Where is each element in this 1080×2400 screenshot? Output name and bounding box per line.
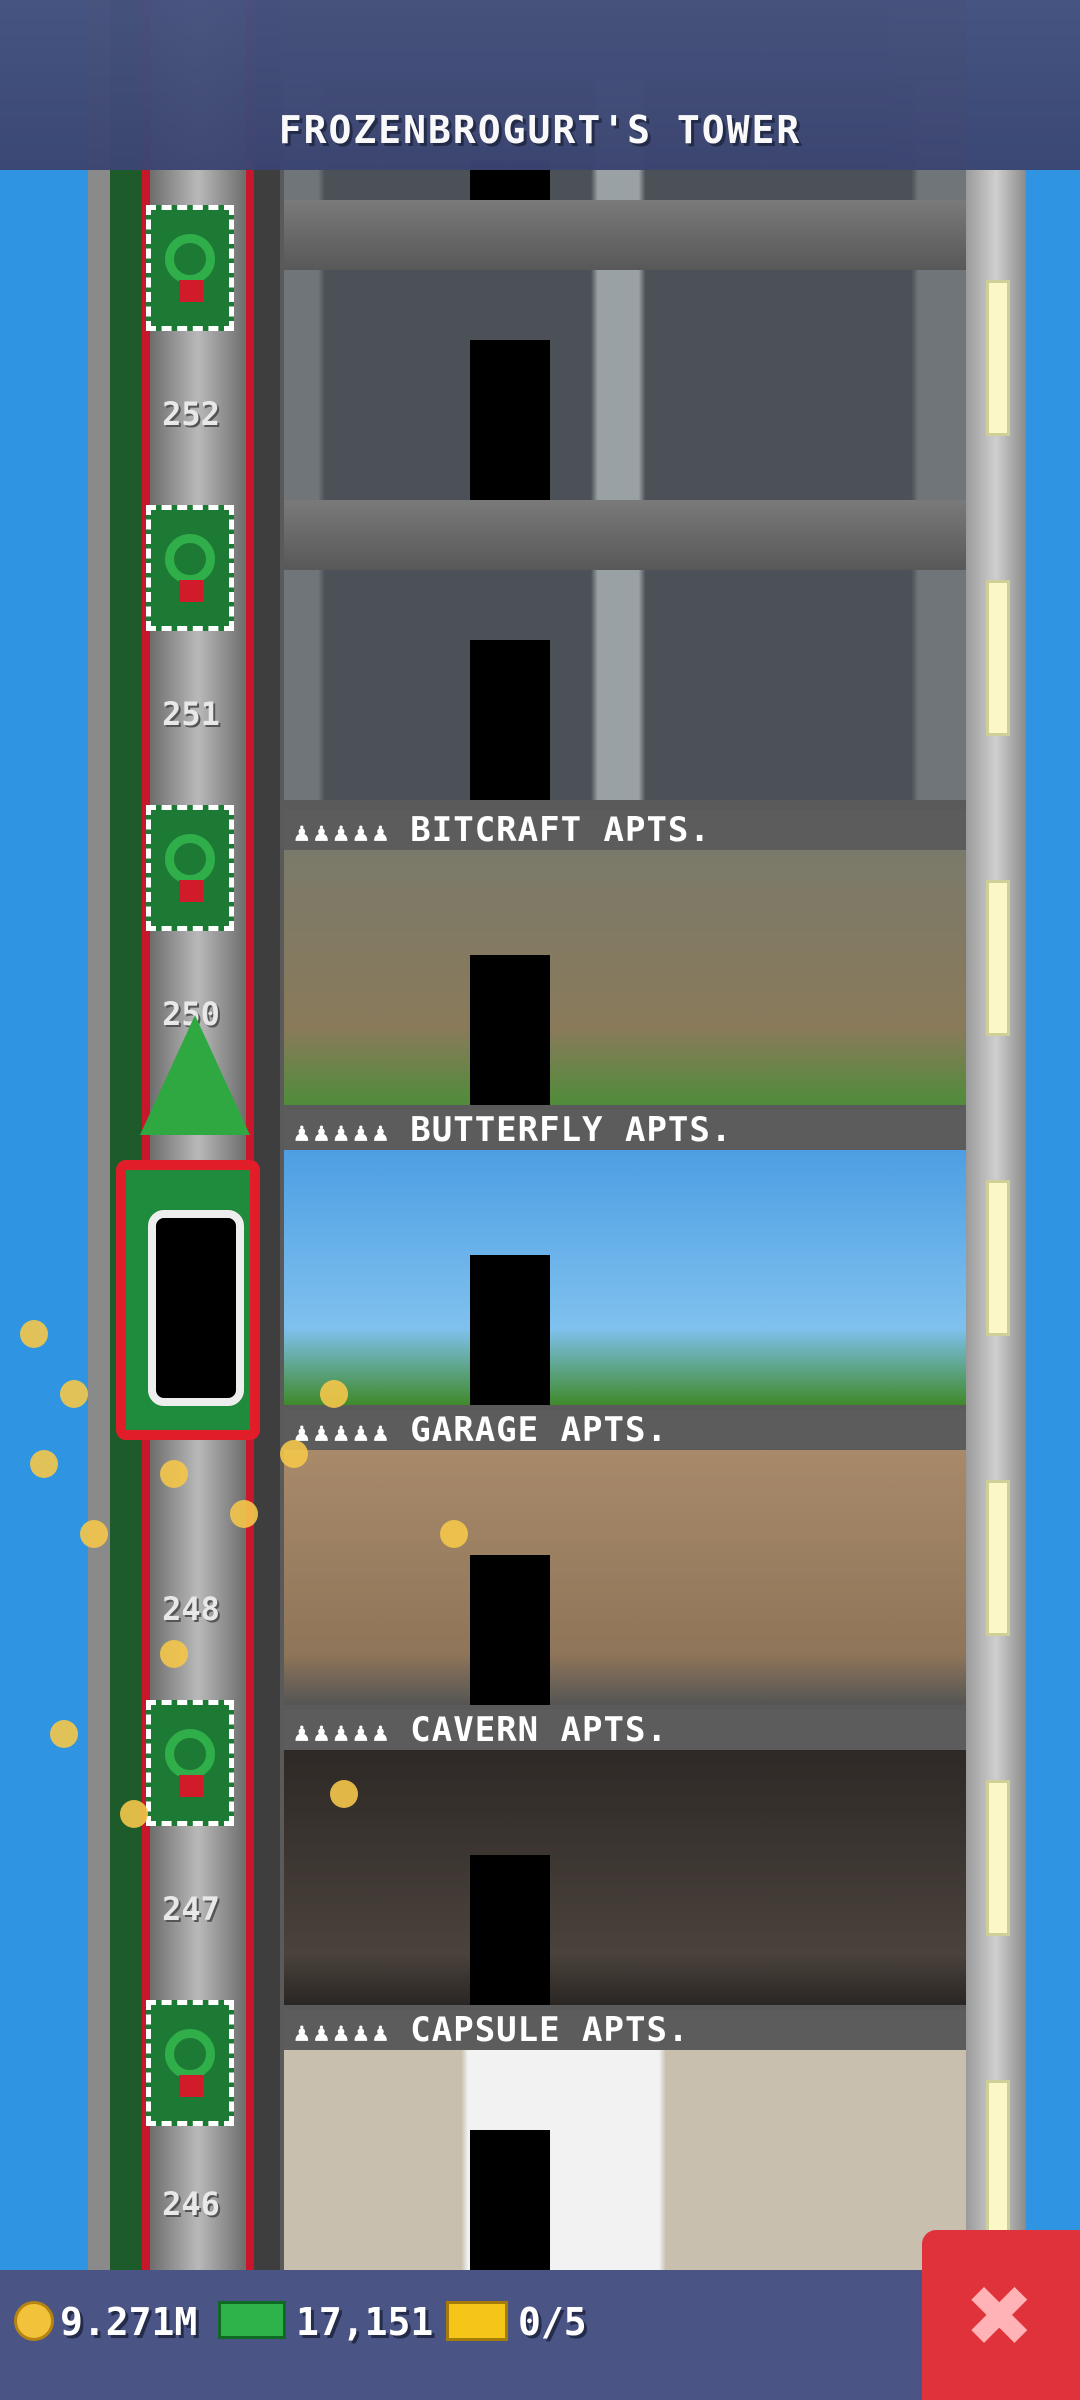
coin-particle: [160, 1460, 188, 1488]
elevator-car[interactable]: [116, 1160, 260, 1440]
elevator-track: [142, 0, 254, 2270]
wreath-decoration: [146, 505, 234, 631]
lamp-icon: [986, 280, 1010, 436]
wreath-decoration: [146, 205, 234, 331]
resident-count-icon: ♟♟♟♟♟: [294, 1418, 393, 1448]
tickets-display[interactable]: 0/5: [446, 2300, 587, 2344]
wreath-decoration: [146, 805, 234, 931]
coin-particle: [230, 1500, 258, 1528]
coin-particle: [160, 1640, 188, 1668]
resident-count-icon: ♟♟♟♟♟: [294, 1118, 393, 1148]
floor-name: CAPSULE APTS.: [410, 2010, 690, 2050]
floor-name: BITCRAFT APTS.: [410, 810, 711, 850]
tickets-value: 0/5: [518, 2300, 587, 2344]
ticket-icon: [446, 2301, 508, 2341]
coins-value: 9.271M: [60, 2300, 198, 2344]
floor-bitcraft-apts[interactable]: ♟♟♟♟♟ BITCRAFT APTS.: [284, 810, 966, 1105]
lamp-icon: [986, 1180, 1010, 1336]
close-button[interactable]: ✖: [922, 2230, 1080, 2400]
tower-title: FROZENBROGURT'S TOWER: [278, 108, 802, 152]
coin-particle: [280, 1440, 308, 1468]
floor-number: 248: [162, 1590, 220, 1628]
floor-capsule-apts[interactable]: ♟♟♟♟♟ CAPSULE APTS.: [284, 2010, 966, 2270]
floor-number: 252: [162, 395, 220, 433]
room-scene: [284, 1450, 966, 1705]
floor-name: BUTTERFLY APTS.: [410, 1110, 733, 1150]
floor-number: 251: [162, 695, 220, 733]
bux-display[interactable]: 17,151: [218, 2300, 433, 2344]
coin-particle: [440, 1520, 468, 1548]
coin-particle: [50, 1720, 78, 1748]
floor-name: GARAGE APTS.: [410, 1410, 668, 1450]
shaft-wall: [110, 0, 142, 2270]
lamp-icon: [986, 580, 1010, 736]
wreath-decoration: [146, 2000, 234, 2126]
lamp-icon: [986, 2080, 1010, 2236]
coin-particle: [60, 1380, 88, 1408]
floor-butterfly-apts[interactable]: ♟♟♟♟♟ BUTTERFLY APTS.: [284, 1110, 966, 1405]
floor-number: 246: [162, 2185, 220, 2223]
room-scene: [284, 1750, 966, 2005]
close-icon: ✖: [967, 2251, 1035, 2379]
tower-header: FROZENBROGURT'S TOWER: [0, 0, 1080, 170]
coin-icon: [14, 2301, 54, 2341]
lamp-icon: [986, 880, 1010, 1036]
coin-particle: [20, 1320, 48, 1348]
wreath-decoration: [146, 1700, 234, 1826]
empty-floor[interactable]: [284, 200, 966, 500]
christmas-tree-icon: [140, 1015, 250, 1135]
resident-count-icon: ♟♟♟♟♟: [294, 1718, 393, 1748]
shaft-rail: [250, 0, 280, 2270]
currency-bar: 9.271M 17,151 0/5: [0, 2270, 1080, 2400]
bux-icon: [218, 2301, 286, 2339]
floor-name: CAVERN APTS.: [410, 1710, 668, 1750]
lamp-icon: [986, 1780, 1010, 1936]
empty-floor[interactable]: [284, 500, 966, 800]
coin-particle: [30, 1450, 58, 1478]
floor-cavern-apts[interactable]: ♟♟♟♟♟ CAVERN APTS.: [284, 1710, 966, 2005]
floor-number: 247: [162, 1890, 220, 1928]
lamp-icon: [986, 1480, 1010, 1636]
coin-particle: [120, 1800, 148, 1828]
room-scene: [284, 2050, 966, 2270]
floor-garage-apts[interactable]: ♟♟♟♟♟ GARAGE APTS.: [284, 1410, 966, 1705]
coins-display[interactable]: 9.271M: [14, 2300, 197, 2344]
room-scene: [284, 1150, 966, 1405]
resident-count-icon: ♟♟♟♟♟: [294, 2018, 393, 2048]
coin-particle: [330, 1780, 358, 1808]
coin-particle: [80, 1520, 108, 1548]
coin-particle: [320, 1380, 348, 1408]
room-scene: [284, 850, 966, 1105]
resident-count-icon: ♟♟♟♟♟: [294, 818, 393, 848]
bux-value: 17,151: [296, 2300, 434, 2344]
